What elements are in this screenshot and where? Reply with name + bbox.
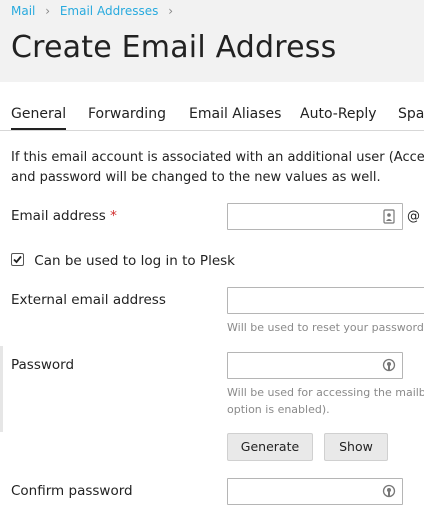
tab-forwarding[interactable]: Forwarding — [88, 106, 166, 122]
password-hint-line-1: Will be used for accessing the mailb — [227, 386, 424, 399]
tab-general[interactable]: General — [11, 106, 67, 130]
password-strength-icon — [382, 358, 396, 373]
tab-spam[interactable]: Spa — [398, 106, 424, 122]
breadcrumb-item-mail[interactable]: Mail — [11, 4, 35, 18]
tab-email-aliases[interactable]: Email Aliases — [189, 106, 281, 122]
info-line-1: If this email account is associated with… — [11, 150, 424, 165]
breadcrumb-separator-icon: › — [168, 4, 174, 18]
page-title: Create Email Address — [11, 30, 337, 65]
at-sign: @ — [407, 209, 420, 224]
login-checkbox[interactable] — [11, 253, 24, 266]
password-input[interactable] — [227, 352, 403, 379]
login-checkbox-label: Can be used to log in to Plesk — [34, 253, 235, 269]
confirm-password-input[interactable] — [227, 478, 403, 505]
info-text: If this email account is associated with… — [11, 148, 424, 188]
page-header: Mail › Email Addresses › Create Email Ad… — [0, 0, 424, 82]
breadcrumb: Mail › Email Addresses › — [11, 4, 179, 18]
email-address-label: Email address * — [11, 208, 117, 224]
external-email-label: External email address — [11, 292, 166, 308]
password-strength-icon — [382, 484, 396, 499]
contact-card-icon — [382, 209, 396, 224]
email-address-input[interactable] — [227, 203, 403, 230]
checkmark-icon — [13, 255, 22, 264]
external-email-input[interactable] — [227, 287, 424, 314]
confirm-password-label: Confirm password — [11, 483, 133, 499]
login-checkbox-row[interactable]: Can be used to log in to Plesk — [11, 253, 235, 269]
tab-bar: General Forwarding Email Aliases Auto-Re… — [0, 100, 424, 131]
breadcrumb-separator-icon: › — [45, 4, 51, 18]
password-hint: Will be used for accessing the mailb opt… — [227, 384, 424, 418]
email-address-label-text: Email address — [11, 208, 106, 224]
info-line-2: and password will be changed to the new … — [11, 170, 381, 185]
external-email-hint: Will be used to reset your password — [227, 321, 424, 334]
generate-button[interactable]: Generate — [227, 433, 313, 461]
password-label: Password — [11, 357, 75, 373]
breadcrumb-item-email-addresses[interactable]: Email Addresses — [60, 4, 159, 18]
required-marker: * — [110, 208, 117, 224]
show-button[interactable]: Show — [324, 433, 388, 461]
password-hint-line-2: option is enabled). — [227, 403, 330, 416]
tab-auto-reply[interactable]: Auto-Reply — [300, 106, 377, 122]
section-indicator — [0, 346, 3, 432]
